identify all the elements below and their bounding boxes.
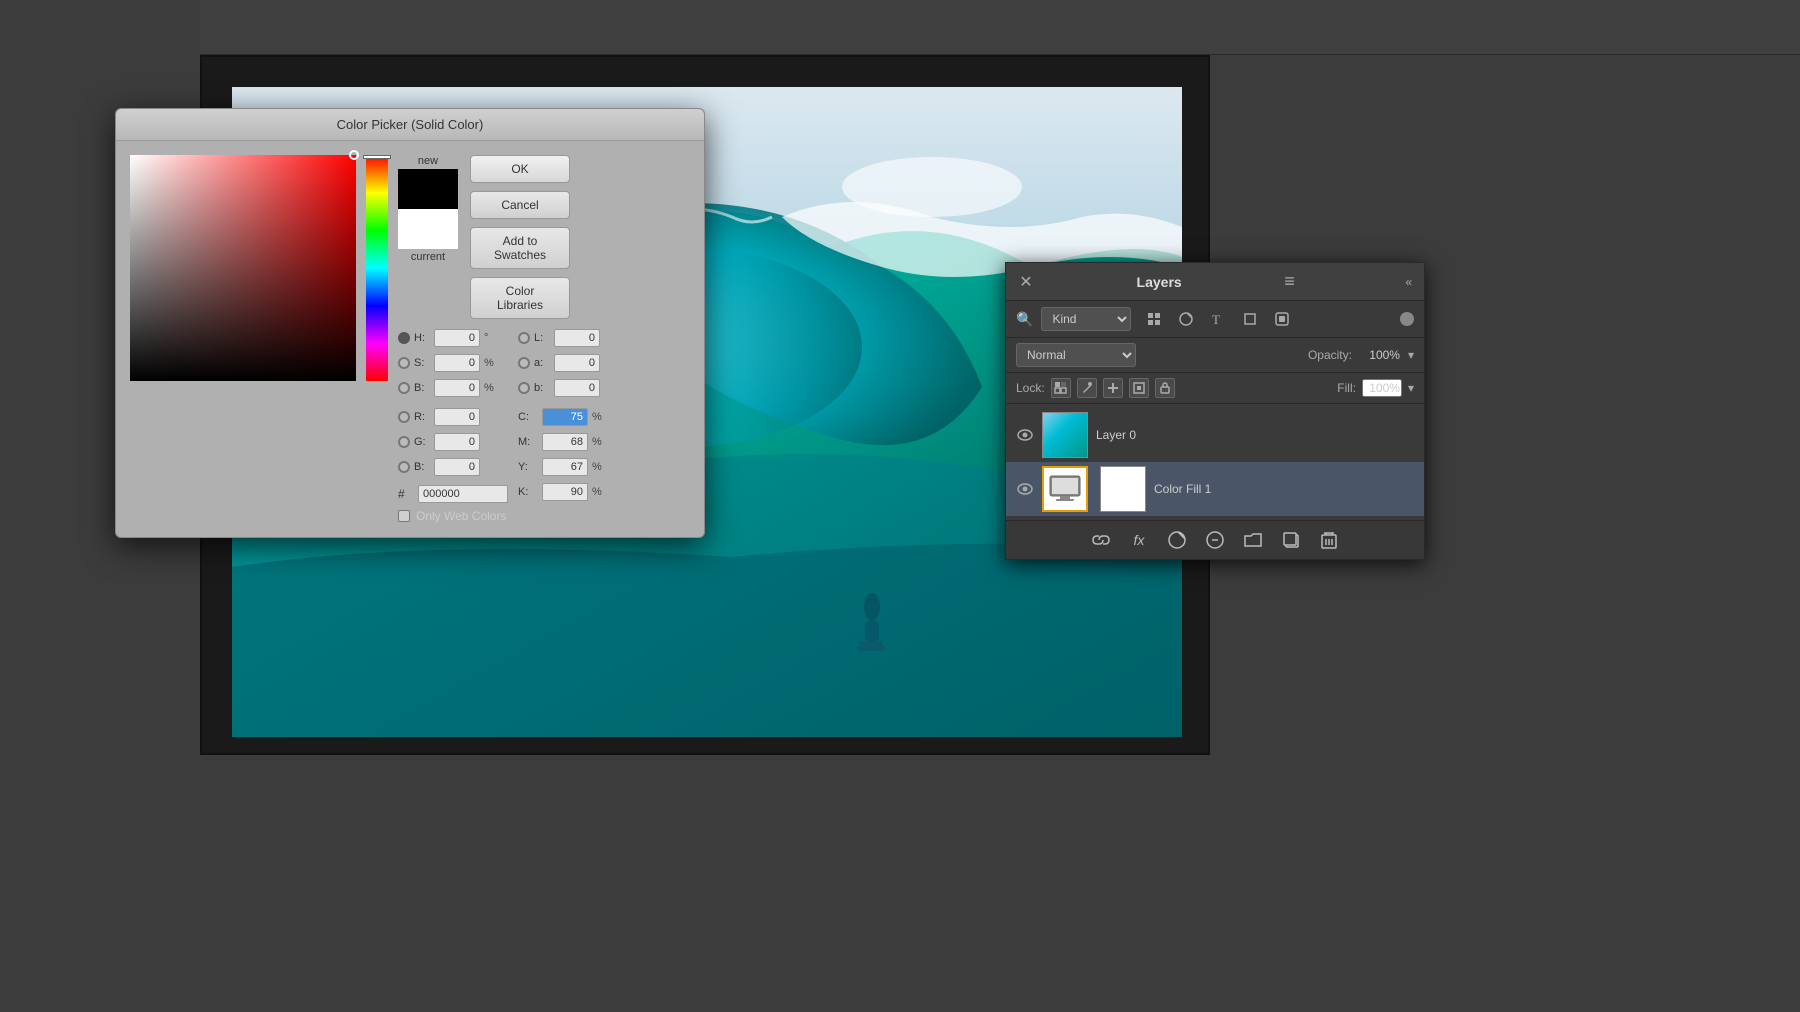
layers-panel: ✕ Layers ≡ « 🔍 Kind T xyxy=(1005,262,1425,560)
input-M[interactable]: 68 xyxy=(542,433,588,451)
radio-R[interactable] xyxy=(398,411,410,423)
opacity-label: Opacity: xyxy=(1308,348,1352,362)
input-L[interactable]: 0 xyxy=(554,329,600,347)
color-picker-dialog: Color Picker (Solid Color) new xyxy=(115,108,705,538)
svg-text:T: T xyxy=(1212,312,1220,327)
smart-filter-icon[interactable] xyxy=(1271,308,1293,330)
color-fill-1-name: Color Fill 1 xyxy=(1154,482,1414,496)
current-label: current xyxy=(411,251,445,263)
layers-collapse-icon[interactable]: « xyxy=(1405,275,1412,289)
search-icon: 🔍 xyxy=(1016,311,1033,328)
fill-input[interactable]: 100% xyxy=(1362,379,1402,397)
adjustment-filter-icon[interactable] xyxy=(1175,308,1197,330)
radio-a[interactable] xyxy=(518,357,530,369)
lock-row: Lock: Fill: 100% ▾ xyxy=(1006,373,1424,404)
input-C[interactable]: 75 xyxy=(542,408,588,426)
color-fill-1-mask xyxy=(1100,466,1146,512)
radio-L[interactable] xyxy=(518,332,530,344)
layer-0-name: Layer 0 xyxy=(1096,428,1414,442)
opacity-input[interactable]: 100% xyxy=(1360,348,1400,362)
color-spectrum[interactable] xyxy=(130,155,356,381)
only-web-colors-label: Only Web Colors xyxy=(416,509,506,523)
ok-button[interactable]: OK xyxy=(470,155,570,183)
fx-icon[interactable]: fx xyxy=(1128,529,1150,551)
current-color-swatch xyxy=(398,209,458,249)
layer-0-visibility[interactable] xyxy=(1016,426,1034,444)
color-picker-title: Color Picker (Solid Color) xyxy=(116,109,704,141)
blend-mode-row: Normal Opacity: 100% ▾ xyxy=(1006,338,1424,373)
layer-item[interactable]: Color Fill 1 xyxy=(1006,462,1424,516)
new-group-icon[interactable] xyxy=(1242,529,1264,551)
color-fill-1-visibility[interactable] xyxy=(1016,480,1034,498)
lock-image-icon[interactable] xyxy=(1077,378,1097,398)
fill-label: Fill: xyxy=(1337,381,1356,395)
input-R[interactable]: 0 xyxy=(434,408,480,426)
lock-label: Lock: xyxy=(1016,381,1045,395)
new-label: new xyxy=(418,155,438,167)
input-H[interactable]: 0 xyxy=(434,329,480,347)
new-fill-adjustment-icon[interactable] xyxy=(1204,529,1226,551)
lock-artboard-icon[interactable] xyxy=(1129,378,1149,398)
layers-toolbar: fx xyxy=(1006,520,1424,559)
new-color-swatch xyxy=(398,169,458,209)
layer-item[interactable]: Layer 0 xyxy=(1006,408,1424,462)
radio-B[interactable] xyxy=(398,382,410,394)
hue-slider[interactable] xyxy=(366,155,388,381)
color-fill-1-thumbnail xyxy=(1042,466,1088,512)
lock-position-icon[interactable] xyxy=(1103,378,1123,398)
link-layers-icon[interactable] xyxy=(1090,529,1112,551)
only-web-colors-checkbox[interactable] xyxy=(398,510,410,522)
lock-all-icon[interactable] xyxy=(1155,378,1175,398)
picker-buttons: OK Cancel Add to Swatches Color Librarie… xyxy=(470,155,570,319)
input-B2[interactable]: 0 xyxy=(434,458,480,476)
input-S[interactable]: 0 xyxy=(434,354,480,372)
color-swatch-area: new current xyxy=(398,155,458,263)
radio-S[interactable] xyxy=(398,357,410,369)
lock-transparent-icon[interactable] xyxy=(1051,378,1071,398)
radio-G[interactable] xyxy=(398,436,410,448)
top-bar xyxy=(0,0,1800,55)
radio-B2[interactable] xyxy=(398,461,410,473)
layers-close-button[interactable]: ✕ xyxy=(1018,274,1034,290)
hex-input[interactable]: 000000 xyxy=(418,485,508,503)
shape-filter-icon[interactable] xyxy=(1239,308,1261,330)
add-adjustment-icon[interactable] xyxy=(1166,529,1188,551)
input-G[interactable]: 0 xyxy=(434,433,480,451)
input-Y[interactable]: 67 xyxy=(542,458,588,476)
color-libraries-button[interactable]: Color Libraries xyxy=(470,277,570,319)
radio-H[interactable] xyxy=(398,332,410,344)
text-filter-icon[interactable]: T xyxy=(1207,308,1229,330)
layer-0-thumbnail xyxy=(1042,412,1088,458)
hue-marker xyxy=(363,155,391,159)
radio-b[interactable] xyxy=(518,382,530,394)
layers-list: Layer 0 Color Fill 1 xyxy=(1006,404,1424,520)
kind-select[interactable]: Kind xyxy=(1041,307,1131,331)
fill-dropdown-arrow[interactable]: ▾ xyxy=(1408,381,1414,395)
layers-title: Layers xyxy=(1137,274,1182,290)
layers-titlebar: ✕ Layers ≡ « xyxy=(1006,263,1424,301)
input-a[interactable]: 0 xyxy=(554,354,600,372)
input-B[interactable]: 0 xyxy=(434,379,480,397)
layers-menu-icon[interactable]: ≡ xyxy=(1284,271,1295,292)
add-to-swatches-button[interactable]: Add to Swatches xyxy=(470,227,570,269)
layer-filter-toggle[interactable] xyxy=(1400,312,1414,326)
new-layer-icon[interactable] xyxy=(1280,529,1302,551)
spectrum-marker xyxy=(349,150,359,160)
delete-layer-icon[interactable] xyxy=(1318,529,1340,551)
filter-icons: T xyxy=(1143,308,1293,330)
cancel-button[interactable]: Cancel xyxy=(470,191,570,219)
input-K[interactable]: 90 xyxy=(542,483,588,501)
opacity-dropdown-arrow[interactable]: ▾ xyxy=(1408,348,1414,362)
pixel-filter-icon[interactable] xyxy=(1143,308,1165,330)
blend-mode-select[interactable]: Normal xyxy=(1016,343,1136,367)
input-b[interactable]: 0 xyxy=(554,379,600,397)
kind-filter-row: 🔍 Kind T xyxy=(1006,301,1424,338)
